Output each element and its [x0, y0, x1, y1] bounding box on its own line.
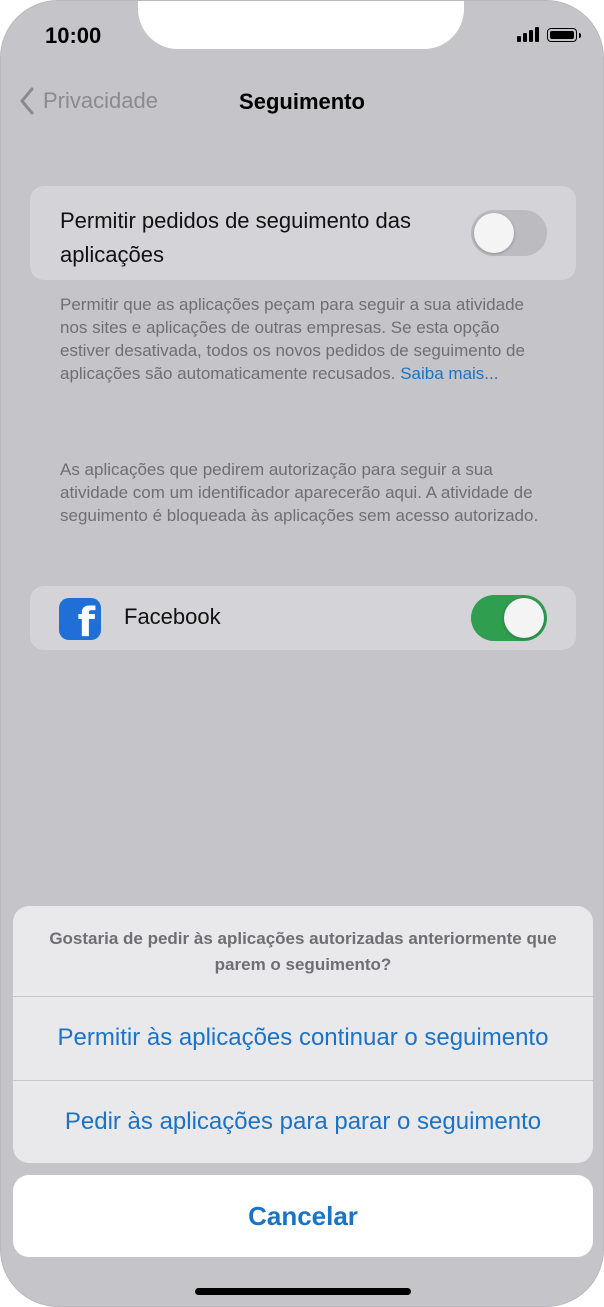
facebook-tracking-toggle[interactable] [471, 595, 547, 641]
signal-icon [517, 27, 539, 42]
tracking-description: Permitir que as aplicações peçam para se… [60, 293, 550, 385]
status-indicators [517, 27, 581, 42]
home-indicator[interactable] [195, 1288, 411, 1295]
tracking-toggle[interactable] [471, 210, 547, 256]
cancel-button[interactable]: Cancelar [13, 1175, 593, 1257]
status-time: 10:00 [45, 23, 102, 48]
tracking-setting-row: Permitir pedidos de seguimento das aplic… [30, 186, 576, 280]
ask-stop-tracking-button[interactable]: Pedir às aplicações para parar o seguime… [13, 1081, 593, 1163]
allow-tracking-button[interactable]: Permitir às aplicações continuar o segui… [13, 997, 593, 1079]
tracking-setting-label: Permitir pedidos de seguimento das aplic… [60, 208, 411, 267]
action-sheet-message: Gostaria de pedir às aplicações autoriza… [49, 929, 557, 974]
battery-icon [547, 28, 581, 42]
page-title: Seguimento [239, 89, 365, 114]
apps-note: As aplicações que pedirem autorização pa… [60, 460, 539, 525]
app-name: Facebook [124, 604, 221, 629]
phone-screen: 10:00 Privacidade Seguimento Permitir pe… [0, 0, 604, 1307]
learn-more-link[interactable]: Saiba mais... [400, 364, 498, 383]
notch [138, 1, 464, 49]
action-sheet: Gostaria de pedir às aplicações autoriza… [13, 906, 593, 1163]
facebook-icon: f [59, 598, 101, 640]
app-row-facebook: f Facebook [30, 586, 576, 650]
